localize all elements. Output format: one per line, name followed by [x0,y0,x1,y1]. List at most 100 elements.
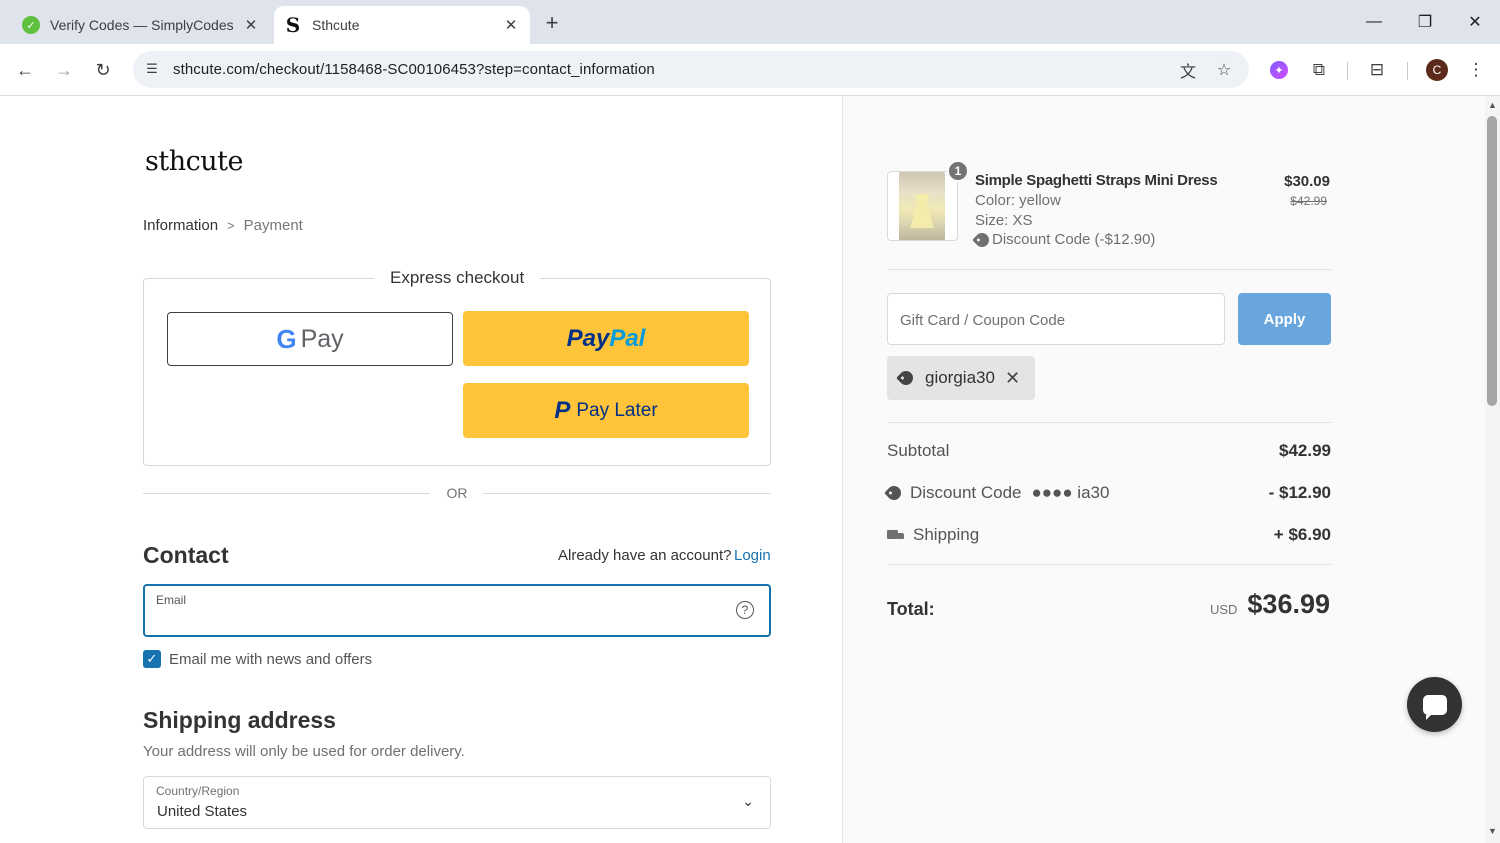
simplycodes-favicon-icon: ✓ [22,16,40,34]
paypal-logo-part1: Pay [566,324,610,352]
product-size: Size: XS [975,212,1033,229]
product-thumbnail [887,171,958,241]
email-field[interactable]: Email ? [143,584,771,637]
country-value: United States [157,803,248,820]
minimize-icon[interactable]: — [1354,8,1394,36]
toolbar-divider [1347,62,1348,80]
discount-row: Discount Code ●●●● ia30 - $12.90 [884,483,1331,507]
chevron-right-icon: > [227,218,235,233]
summary-divider [887,564,1331,565]
window-close-icon[interactable]: ✕ [1455,8,1495,36]
url-text[interactable]: sthcute.com/checkout/1158468-SC00106453?… [173,61,655,78]
google-pay-button[interactable]: G Pay [167,312,453,366]
truck-icon [887,529,905,542]
total-currency: USD [1210,602,1238,617]
paypal-button[interactable]: Pay Pal [463,311,749,366]
breadcrumb: Information > Payment [143,217,303,234]
pay-later-label: Pay Later [576,399,658,421]
paypal-pay-later-button[interactable]: P Pay Later [463,383,749,438]
newsletter-label: Email me with news and offers [169,650,373,668]
remove-coupon-icon[interactable]: ✕ [1005,368,1020,389]
contact-heading: Contact [143,542,229,568]
discount-code-mask: ●●●● ia30 [1031,483,1110,502]
total-value: $36.99 [1247,589,1330,619]
chat-button[interactable] [1407,677,1462,732]
shipping-row: Shipping + $6.90 [887,525,1331,549]
tag-icon [896,368,916,388]
order-summary: 1 Simple Spaghetti Straps Mini Dress Col… [842,96,1485,843]
back-arrow-icon[interactable]: ← [11,56,39,84]
tab-title: Verify Codes — SimplyCodes [50,17,234,33]
toolbar-divider [1407,62,1408,80]
close-tab-icon[interactable]: ✕ [500,14,522,36]
applied-coupon-code: giorgia30 [925,368,995,387]
subtotal-row: Subtotal $42.99 [887,441,1331,465]
product-price: $30.09 [1284,173,1330,190]
gpay-label: Pay [300,324,344,353]
translate-icon[interactable]: 文 [1177,59,1199,81]
product-color: Color: yellow [975,192,1061,209]
reload-icon[interactable]: ↻ [89,56,117,84]
chevron-down-icon: ⌄ [742,793,754,809]
close-tab-icon[interactable]: ✕ [240,14,262,36]
country-label: Country/Region [156,784,240,798]
apply-button[interactable]: Apply [1238,293,1331,345]
bookmark-star-icon[interactable]: ☆ [1213,59,1235,81]
product-original-price: $42.99 [1290,194,1327,208]
login-link[interactable]: Login [734,547,771,564]
total-label: Total: [887,599,935,619]
browser-toolbar: ← → ↻ ☰ sthcute.com/checkout/1158468-SC0… [0,44,1500,96]
account-prompt: Already have an account? [558,547,732,564]
reading-mode-icon[interactable]: ⊟ [1364,57,1390,83]
site-info-icon[interactable]: ☰ [143,60,161,78]
summary-divider [887,269,1331,270]
subtotal-value: $42.99 [1279,441,1331,460]
google-g-icon: G [276,323,297,354]
browser-tab-simplycodes[interactable]: ✓ Verify Codes — SimplyCodes ✕ [12,6,270,44]
shipping-subtext: Your address will only be used for order… [143,743,465,760]
or-divider: OR [143,483,771,503]
help-question-icon[interactable]: ? [736,601,754,619]
new-tab-plus-icon[interactable]: + [539,10,565,36]
express-checkout-title: Express checkout [374,268,541,288]
paypal-logo-part2: Pal [609,324,646,352]
checkout-page: sthcute Information > Payment Express ch… [0,96,1500,843]
newsletter-checkbox[interactable]: ✓ [143,650,161,668]
divider-line [483,493,771,494]
coupon-input[interactable] [900,309,1210,331]
shipping-value: + $6.90 [1273,525,1331,544]
summary-divider [887,422,1331,423]
store-logo[interactable]: sthcute [145,146,243,177]
breadcrumb-payment: Payment [243,217,303,234]
divider-line [143,493,430,494]
applied-coupon-tag: giorgia30 ✕ [887,356,1035,400]
country-select[interactable]: Country/Region United States ⌄ [143,776,771,829]
scroll-down-arrow-icon[interactable]: ▼ [1487,826,1498,836]
tab-title: Sthcute [312,17,360,33]
discount-value: - $12.90 [1268,483,1331,502]
browser-menu-icon[interactable]: ⋮ [1463,57,1489,83]
sthcute-favicon-icon: S [285,13,301,37]
address-bar[interactable]: ☰ sthcute.com/checkout/1158468-SC0010645… [133,51,1249,88]
email-label: Email [156,593,187,607]
quantity-badge: 1 [947,160,969,182]
product-discount: Discount Code (-$12.90) [972,229,1155,250]
extension-purple-icon[interactable]: ✦ [1266,57,1292,83]
browser-tab-sthcute[interactable]: S Sthcute ✕ [274,6,530,44]
tag-icon [972,229,992,250]
checkout-main: sthcute Information > Payment Express ch… [0,96,842,843]
coupon-field[interactable] [887,293,1225,345]
express-checkout-section: Express checkout G Pay Pay Pal P Pay Late… [143,268,771,466]
extensions-puzzle-icon[interactable]: ⧉ [1306,57,1332,83]
subtotal-label: Subtotal [887,441,950,460]
scroll-up-arrow-icon[interactable]: ▲ [1487,100,1498,110]
email-input[interactable] [156,610,716,632]
newsletter-option[interactable]: ✓ Email me with news and offers [143,650,372,668]
shipping-label: Shipping [913,525,980,544]
scrollbar-thumb[interactable] [1487,116,1497,406]
forward-arrow-icon[interactable]: → [50,56,78,84]
profile-avatar[interactable]: C [1424,57,1450,83]
breadcrumb-information: Information [143,217,219,234]
restore-icon[interactable]: ❐ [1405,8,1445,36]
product-name: Simple Spaghetti Straps Mini Dress [975,172,1218,189]
